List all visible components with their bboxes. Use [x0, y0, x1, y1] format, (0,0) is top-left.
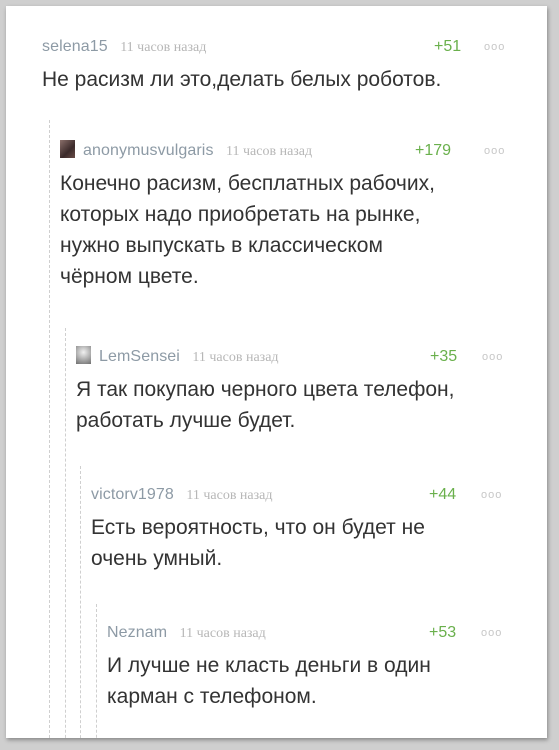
comment-text: И лучше не класть деньги в один карман с…: [107, 654, 431, 708]
more-options-icon[interactable]: ooo: [482, 346, 503, 368]
comment-5: Neznam 11 часов назад +53 ooo И лучше не…: [107, 622, 532, 712]
rating-score[interactable]: +179: [415, 140, 451, 162]
comment-2: anonymusvulgaris 11 часов назад +179 ooo…: [60, 140, 530, 292]
comment-text: Я так покупаю черного цвета телефон, раб…: [76, 378, 455, 432]
avatar[interactable]: [76, 346, 91, 364]
thread-line: [49, 120, 50, 738]
avatar[interactable]: [60, 140, 75, 158]
comment-text: Конечно расизм, бесплатных рабочих, кото…: [60, 172, 435, 288]
username-link[interactable]: victorv1978: [91, 486, 174, 503]
thread-line: [65, 328, 66, 738]
comment-meta: LemSensei 11 часов назад +35 ooo: [76, 346, 532, 368]
comment-1: selena15 11 часов назад +51 ooo Не расиз…: [42, 36, 532, 95]
rating-score[interactable]: +53: [429, 622, 456, 644]
comment-3: LemSensei 11 часов назад +35 ooo Я так п…: [76, 346, 532, 436]
more-options-icon[interactable]: ooo: [484, 36, 505, 58]
comment-meta: victorv1978 11 часов назад +44 ooo: [91, 484, 531, 506]
username-link[interactable]: Neznam: [107, 624, 167, 641]
comment-meta: anonymusvulgaris 11 часов назад +179 ooo: [60, 140, 530, 162]
more-options-icon[interactable]: ooo: [481, 622, 502, 644]
username-link[interactable]: anonymusvulgaris: [83, 142, 214, 159]
thread-line: [80, 466, 81, 738]
timestamp: 11 часов назад: [120, 40, 207, 55]
comment-text: Не расизм ли это,делать белых роботов.: [42, 68, 442, 91]
comment-thread: selena15 11 часов назад +51 ooo Не расиз…: [6, 6, 547, 738]
rating-score[interactable]: +51: [434, 36, 461, 58]
timestamp: 11 часов назад: [186, 488, 273, 503]
comment-4: victorv1978 11 часов назад +44 ooo Есть …: [91, 484, 531, 574]
comment-text: Есть вероятность, что он будет не очень …: [91, 516, 425, 570]
timestamp: 11 часов назад: [179, 626, 266, 641]
comment-meta: selena15 11 часов назад +51 ooo: [42, 36, 532, 58]
timestamp: 11 часов назад: [226, 144, 313, 159]
rating-score[interactable]: +35: [430, 346, 457, 368]
username-link[interactable]: selena15: [42, 38, 108, 55]
thread-line: [96, 604, 97, 738]
rating-score[interactable]: +44: [429, 484, 456, 506]
more-options-icon[interactable]: ooo: [481, 484, 502, 506]
more-options-icon[interactable]: ooo: [484, 140, 505, 162]
timestamp: 11 часов назад: [192, 350, 279, 365]
username-link[interactable]: LemSensei: [99, 348, 180, 365]
comment-meta: Neznam 11 часов назад +53 ooo: [107, 622, 532, 644]
